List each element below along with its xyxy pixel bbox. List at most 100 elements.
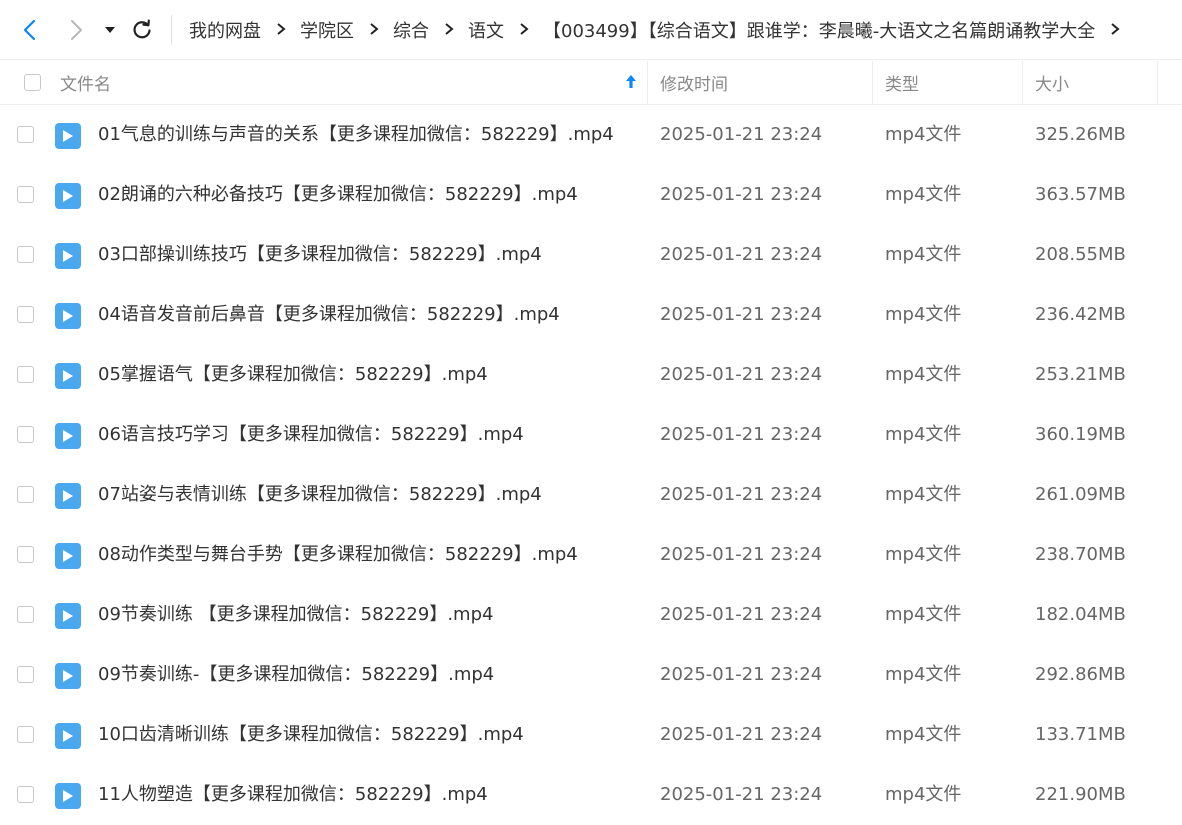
file-modified-time: 2025-01-21 23:24 (660, 664, 823, 685)
breadcrumb-separator-icon (442, 20, 456, 41)
file-row[interactable]: 09节奏训练 【更多课程加微信：582229】.mp4 2025-01-21 23… (0, 585, 1182, 645)
video-file-icon (55, 423, 81, 449)
file-type: mp4文件 (885, 484, 962, 505)
file-row[interactable]: 08动作类型与舞台手势【更多课程加微信：582229】.mp4 2025-01-2… (0, 525, 1182, 585)
file-name[interactable]: 11人物塑造【更多课程加微信：582229】.mp4 (98, 765, 488, 825)
file-size: 133.71MB (1035, 724, 1126, 745)
row-checkbox[interactable] (17, 306, 34, 323)
column-header-size[interactable]: 大小 (1023, 61, 1158, 104)
file-row[interactable]: 09节奏训练-【更多课程加微信：582229】.mp4 2025-01-21 23… (0, 645, 1182, 705)
refresh-button[interactable] (126, 14, 158, 46)
file-size: 208.55MB (1035, 244, 1126, 265)
breadcrumb-item-my-drive[interactable]: 我的网盘 (189, 17, 261, 43)
select-all-checkbox[interactable] (24, 74, 41, 91)
file-size: 221.90MB (1035, 784, 1126, 805)
file-size: 363.57MB (1035, 184, 1126, 205)
file-modified-time: 2025-01-21 23:24 (660, 544, 823, 565)
file-type: mp4文件 (885, 184, 962, 205)
video-file-icon (55, 183, 81, 209)
video-file-icon (55, 363, 81, 389)
file-name[interactable]: 10口齿清晰训练【更多课程加微信：582229】.mp4 (98, 705, 524, 765)
file-list: 01气息的训练与声音的关系【更多课程加微信：582229】.mp4 2025-01… (0, 105, 1182, 825)
file-name[interactable]: 02朗诵的六种必备技巧【更多课程加微信：582229】.mp4 (98, 165, 578, 225)
video-file-icon (55, 543, 81, 569)
file-row[interactable]: 01气息的训练与声音的关系【更多课程加微信：582229】.mp4 2025-01… (0, 105, 1182, 165)
video-file-icon (55, 783, 81, 809)
caret-down-icon (105, 27, 115, 33)
file-row[interactable]: 05掌握语气【更多课程加微信：582229】.mp4 2025-01-21 23:… (0, 345, 1182, 405)
back-button[interactable] (14, 14, 46, 46)
row-checkbox[interactable] (17, 246, 34, 263)
file-name[interactable]: 05掌握语气【更多课程加微信：582229】.mp4 (98, 345, 488, 405)
file-name[interactable]: 09节奏训练-【更多课程加微信：582229】.mp4 (98, 645, 494, 705)
history-dropdown-button[interactable] (96, 14, 124, 46)
column-header-name[interactable]: 文件名 (0, 61, 648, 104)
file-name[interactable]: 08动作类型与舞台手势【更多课程加微信：582229】.mp4 (98, 525, 578, 585)
file-type: mp4文件 (885, 244, 962, 265)
file-name[interactable]: 06语言技巧学习【更多课程加微信：582229】.mp4 (98, 405, 524, 465)
column-header-type[interactable]: 类型 (873, 61, 1023, 104)
file-size: 238.70MB (1035, 544, 1126, 565)
file-modified-time: 2025-01-21 23:24 (660, 124, 823, 145)
file-type: mp4文件 (885, 544, 962, 565)
video-file-icon (55, 243, 81, 269)
video-file-icon (55, 603, 81, 629)
row-checkbox[interactable] (17, 666, 34, 683)
row-checkbox[interactable] (17, 186, 34, 203)
file-modified-time: 2025-01-21 23:24 (660, 724, 823, 745)
file-type: mp4文件 (885, 364, 962, 385)
breadcrumb-item-chinese[interactable]: 语文 (468, 17, 504, 43)
row-checkbox[interactable] (17, 126, 34, 143)
file-type: mp4文件 (885, 304, 962, 325)
file-name[interactable]: 04语音发音前后鼻音【更多课程加微信：582229】.mp4 (98, 285, 560, 345)
file-modified-time: 2025-01-21 23:24 (660, 604, 823, 625)
file-modified-time: 2025-01-21 23:24 (660, 484, 823, 505)
file-name[interactable]: 03口部操训练技巧【更多课程加微信：582229】.mp4 (98, 225, 542, 285)
row-checkbox[interactable] (17, 546, 34, 563)
video-file-icon (55, 483, 81, 509)
breadcrumb-separator-icon (1108, 20, 1122, 41)
file-size: 292.86MB (1035, 664, 1126, 685)
file-row[interactable]: 06语言技巧学习【更多课程加微信：582229】.mp4 2025-01-21 2… (0, 405, 1182, 465)
file-name[interactable]: 07站姿与表情训练【更多课程加微信：582229】.mp4 (98, 465, 542, 525)
file-row[interactable]: 04语音发音前后鼻音【更多课程加微信：582229】.mp4 2025-01-21… (0, 285, 1182, 345)
file-row[interactable]: 03口部操训练技巧【更多课程加微信：582229】.mp4 2025-01-21 … (0, 225, 1182, 285)
breadcrumb-item-academy[interactable]: 学院区 (300, 17, 354, 43)
breadcrumb-separator-icon (274, 20, 288, 41)
row-checkbox[interactable] (17, 606, 34, 623)
column-name-label: 文件名 (60, 75, 111, 95)
file-modified-time: 2025-01-21 23:24 (660, 364, 823, 385)
chevron-right-icon (71, 20, 82, 40)
breadcrumb-item-current-folder[interactable]: 【003499】【综合语文】跟谁学：李晨曦-大语文之名篇朗诵教学大全 (543, 17, 1095, 43)
forward-button[interactable] (60, 14, 92, 46)
file-name[interactable]: 01气息的训练与声音的关系【更多课程加微信：582229】.mp4 (98, 105, 614, 165)
file-modified-time: 2025-01-21 23:24 (660, 184, 823, 205)
table-header: 文件名 修改时间 类型 大小 (0, 61, 1182, 105)
file-row[interactable]: 07站姿与表情训练【更多课程加微信：582229】.mp4 2025-01-21 … (0, 465, 1182, 525)
file-type: mp4文件 (885, 424, 962, 445)
file-row[interactable]: 02朗诵的六种必备技巧【更多课程加微信：582229】.mp4 2025-01-2… (0, 165, 1182, 225)
file-row[interactable]: 11人物塑造【更多课程加微信：582229】.mp4 2025-01-21 23:… (0, 765, 1182, 825)
chevron-left-icon (23, 19, 36, 41)
video-file-icon (55, 123, 81, 149)
file-modified-time: 2025-01-21 23:24 (660, 424, 823, 445)
file-row[interactable]: 10口齿清晰训练【更多课程加微信：582229】.mp4 2025-01-21 2… (0, 705, 1182, 765)
row-checkbox[interactable] (17, 426, 34, 443)
video-file-icon (55, 723, 81, 749)
row-checkbox[interactable] (17, 786, 34, 803)
file-modified-time: 2025-01-21 23:24 (660, 304, 823, 325)
sort-up-arrow-icon[interactable] (625, 74, 637, 95)
video-file-icon (55, 663, 81, 689)
file-size: 182.04MB (1035, 604, 1126, 625)
row-checkbox[interactable] (17, 486, 34, 503)
column-header-time[interactable]: 修改时间 (648, 61, 873, 104)
file-name[interactable]: 09节奏训练 【更多课程加微信：582229】.mp4 (98, 585, 493, 645)
video-file-icon (55, 303, 81, 329)
row-checkbox[interactable] (17, 726, 34, 743)
file-size: 253.21MB (1035, 364, 1126, 385)
file-size: 236.42MB (1035, 304, 1126, 325)
row-checkbox[interactable] (17, 366, 34, 383)
breadcrumb-item-general[interactable]: 综合 (393, 17, 429, 43)
breadcrumb-separator-icon (367, 20, 381, 41)
toolbar: 我的网盘 学院区 综合 语文 【003499】【综合语文】跟谁学：李晨曦-大语文… (0, 0, 1182, 60)
